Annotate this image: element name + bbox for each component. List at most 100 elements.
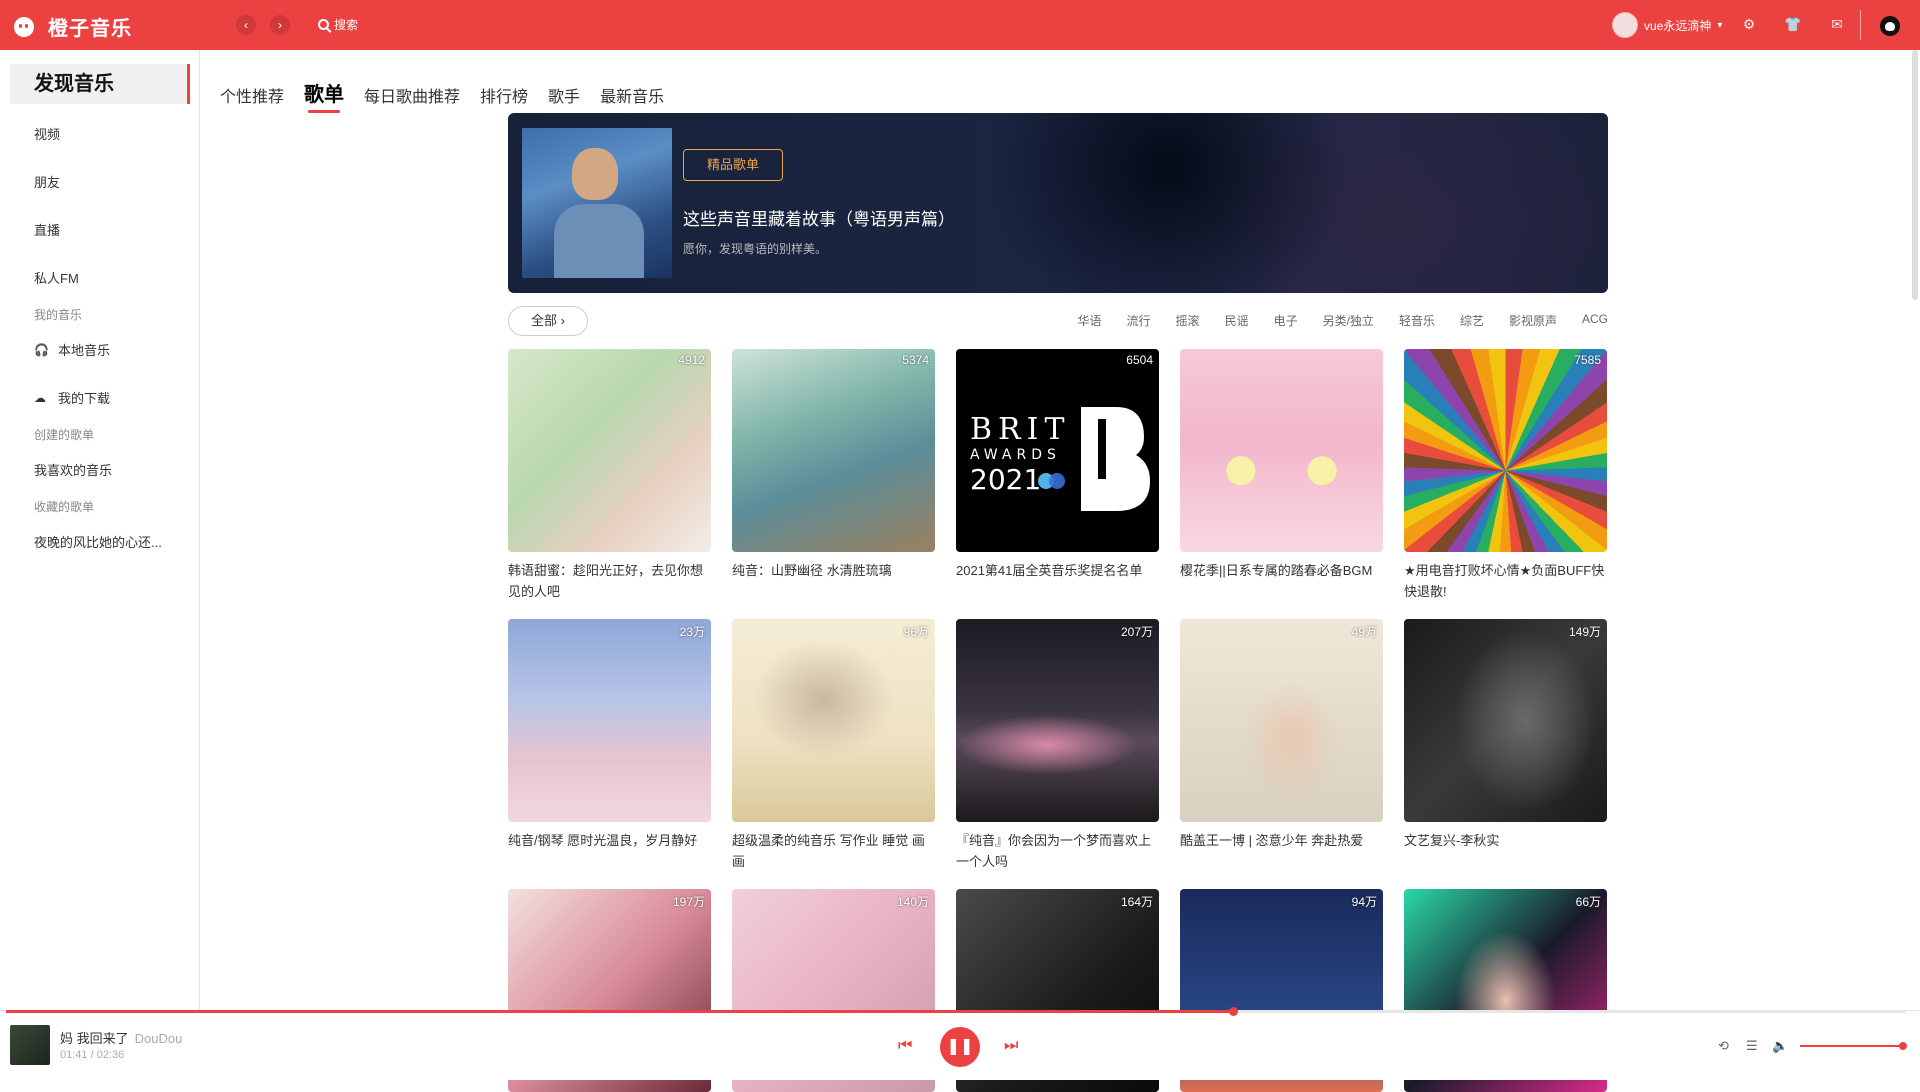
playlist-card[interactable]: 5374 纯音：山野幽径 水清胜琉璃 bbox=[732, 349, 935, 581]
banner-tag-button[interactable]: 精品歌单 bbox=[683, 149, 783, 181]
sidebar-item-fm[interactable]: 私人FM bbox=[34, 268, 79, 287]
mail-icon[interactable]: ✉ bbox=[1828, 15, 1846, 33]
sidebar-item-liked-music[interactable]: 我喜欢的音乐 bbox=[34, 460, 112, 479]
avatar[interactable] bbox=[1612, 12, 1638, 38]
playlist-title[interactable]: ★用电音打败坏心情★负面BUFF快快退散! bbox=[1404, 560, 1607, 602]
previous-icon[interactable]: ⏮ bbox=[898, 1037, 912, 1055]
tab-artists[interactable]: 歌手 bbox=[548, 83, 580, 113]
page-scrollbar[interactable] bbox=[1912, 50, 1918, 300]
playlist-title[interactable]: 纯音/钢琴 愿时光温良，岁月静好 bbox=[508, 830, 711, 851]
category-variety[interactable]: 综艺 bbox=[1460, 312, 1484, 329]
next-icon[interactable]: ⏭ bbox=[1004, 1037, 1018, 1055]
playlist-card[interactable]: 149万 文艺复兴-李秋实 bbox=[1404, 619, 1607, 851]
playlist-cover[interactable]: 4912 bbox=[508, 349, 711, 552]
all-categories-button[interactable]: 全部 › bbox=[508, 306, 588, 336]
sidebar-item-downloads[interactable]: ☁ 我的下载 bbox=[34, 388, 110, 407]
category-electronic[interactable]: 电子 bbox=[1274, 312, 1298, 329]
app-logo[interactable]: 橙子音乐 bbox=[14, 12, 132, 41]
category-pop[interactable]: 流行 bbox=[1127, 312, 1151, 329]
forward-button[interactable]: › bbox=[270, 15, 290, 35]
playlist-title[interactable]: 酷盖王一博 | 恣意少年 奔赴热爱 bbox=[1180, 830, 1383, 851]
sidebar-item-friends[interactable]: 朋友 bbox=[34, 172, 60, 191]
top-bar: 橙子音乐 ‹ › 搜索 vue永远滴神 ▾ ⚙ 👕 ✉ bbox=[0, 0, 1920, 50]
banner-cover-image[interactable] bbox=[522, 128, 672, 278]
app-name: 橙子音乐 bbox=[48, 18, 132, 40]
playlist-cover[interactable]: 49万 bbox=[1180, 619, 1383, 822]
playlist-card[interactable]: 7585 ★用电音打败坏心情★负面BUFF快快退散! bbox=[1404, 349, 1607, 602]
playlist-cover[interactable]: 23万 bbox=[508, 619, 711, 822]
sidebar-item-live[interactable]: 直播 bbox=[34, 220, 60, 239]
banner-title: 这些声音里藏着故事（粤语男声篇） bbox=[683, 210, 955, 229]
playlist-card[interactable]: 6504 BRIT AWARDS 2021 2021第41届全英音乐奖提名名单 bbox=[956, 349, 1159, 581]
logo-icon bbox=[14, 16, 34, 37]
sidebar-item-collected-playlist[interactable]: 夜晚的风比她的心还... bbox=[34, 532, 162, 551]
playlist-title[interactable]: 韩语甜蜜：趁阳光正好，去见你想见的人吧 bbox=[508, 560, 711, 602]
category-chinese[interactable]: 华语 bbox=[1078, 312, 1102, 329]
song-time: 01:41 / 02:36 bbox=[60, 1049, 125, 1061]
playlist-card[interactable]: 96万 超级温柔的纯音乐 写作业 睡觉 画画 bbox=[732, 619, 935, 872]
playlist-title[interactable]: 樱花季||日系专属的踏春必备BGM bbox=[1180, 560, 1383, 581]
category-acg[interactable]: ACG bbox=[1582, 312, 1608, 329]
playlist-card[interactable]: 207万 『纯音』你会因为一个梦而喜欢上一个人吗 bbox=[956, 619, 1159, 872]
playlist-card[interactable]: 49万 酷盖王一博 | 恣意少年 奔赴热爱 bbox=[1180, 619, 1383, 851]
headphones-icon: 🎧 bbox=[34, 342, 49, 357]
playlist-title[interactable]: 2021第41届全英音乐奖提名名单 bbox=[956, 560, 1159, 581]
category-soundtrack[interactable]: 影视原声 bbox=[1509, 312, 1557, 329]
playlist-title[interactable]: 超级温柔的纯音乐 写作业 睡觉 画画 bbox=[732, 830, 935, 872]
divider bbox=[1860, 10, 1861, 40]
playlist-title[interactable]: 纯音：山野幽径 水清胜琉璃 bbox=[732, 560, 935, 581]
playlist-cover[interactable] bbox=[1180, 349, 1383, 552]
song-artist[interactable]: DouDou bbox=[135, 1031, 183, 1046]
category-rock[interactable]: 摇滚 bbox=[1176, 312, 1200, 329]
user-menu[interactable]: vue永远滴神 ▾ bbox=[1612, 12, 1722, 38]
play-count: 140万 bbox=[896, 895, 929, 909]
search-label: 搜索 bbox=[334, 18, 359, 32]
tab-new-music[interactable]: 最新音乐 bbox=[600, 83, 664, 113]
tab-playlists[interactable]: 歌单 bbox=[304, 78, 344, 113]
user-name[interactable]: vue永远滴神 bbox=[1644, 17, 1711, 34]
back-button[interactable]: ‹ bbox=[236, 15, 256, 35]
playlist-card[interactable]: 4912 韩语甜蜜：趁阳光正好，去见你想见的人吧 bbox=[508, 349, 711, 602]
collected-playlists-label: 收藏的歌单 bbox=[34, 500, 95, 514]
category-folk[interactable]: 民谣 bbox=[1225, 312, 1249, 329]
volume-icon[interactable]: 🔈 bbox=[1772, 1038, 1788, 1054]
volume-handle[interactable] bbox=[1899, 1042, 1907, 1050]
song-title[interactable]: 妈 我回来了 bbox=[60, 1031, 129, 1046]
chevron-down-icon[interactable]: ▾ bbox=[1717, 20, 1722, 31]
playlist-cover[interactable]: 6504 BRIT AWARDS 2021 bbox=[956, 349, 1159, 552]
skin-icon[interactable]: 👕 bbox=[1784, 15, 1802, 33]
svg-text:2021: 2021 bbox=[970, 463, 1041, 496]
category-indie[interactable]: 另类/独立 bbox=[1323, 312, 1374, 329]
play-count: 149万 bbox=[1568, 625, 1601, 639]
category-light[interactable]: 轻音乐 bbox=[1399, 312, 1435, 329]
sidebar-item-discover[interactable]: 发现音乐 bbox=[10, 64, 190, 104]
now-playing-cover[interactable] bbox=[10, 1025, 50, 1065]
playlist-icon[interactable]: ☰ bbox=[1746, 1038, 1758, 1054]
playlist-cover[interactable]: 7585 bbox=[1404, 349, 1607, 552]
sidebar-item-local-music[interactable]: 🎧 本地音乐 bbox=[34, 340, 110, 359]
tab-recommend[interactable]: 个性推荐 bbox=[220, 83, 284, 113]
volume-slider[interactable] bbox=[1800, 1045, 1903, 1047]
tab-daily[interactable]: 每日歌曲推荐 bbox=[364, 83, 460, 113]
playlist-cover[interactable]: 149万 bbox=[1404, 619, 1607, 822]
pause-button[interactable]: ❚❚ bbox=[940, 1027, 980, 1067]
playlist-card[interactable]: 樱花季||日系专属的踏春必备BGM bbox=[1180, 349, 1383, 581]
playlist-cover[interactable]: 5374 bbox=[732, 349, 935, 552]
play-count: 4912 bbox=[678, 353, 705, 367]
featured-playlist-banner[interactable]: 精品歌单 这些声音里藏着故事（粤语男声篇） 愿你，发现粤语的别样美。 bbox=[508, 113, 1608, 293]
sidebar-item-video[interactable]: 视频 bbox=[34, 124, 60, 143]
gear-icon[interactable]: ⚙ bbox=[1740, 15, 1758, 33]
play-count: 66万 bbox=[1575, 895, 1601, 909]
playlist-card[interactable]: 23万 纯音/钢琴 愿时光温良，岁月静好 bbox=[508, 619, 711, 851]
playlist-cover[interactable]: 96万 bbox=[732, 619, 935, 822]
progress-handle[interactable] bbox=[1229, 1007, 1238, 1016]
playlist-title[interactable]: 『纯音』你会因为一个梦而喜欢上一个人吗 bbox=[956, 830, 1159, 872]
play-count: 207万 bbox=[1120, 625, 1153, 639]
playlist-title[interactable]: 文艺复兴-李秋实 bbox=[1404, 830, 1607, 851]
loop-icon[interactable]: ⟲ bbox=[1718, 1038, 1729, 1054]
playlist-cover[interactable]: 207万 bbox=[956, 619, 1159, 822]
search-box[interactable]: 搜索 bbox=[318, 16, 358, 33]
play-count: 96万 bbox=[903, 625, 929, 639]
tab-charts[interactable]: 排行榜 bbox=[480, 83, 528, 113]
github-icon[interactable] bbox=[1880, 16, 1900, 36]
